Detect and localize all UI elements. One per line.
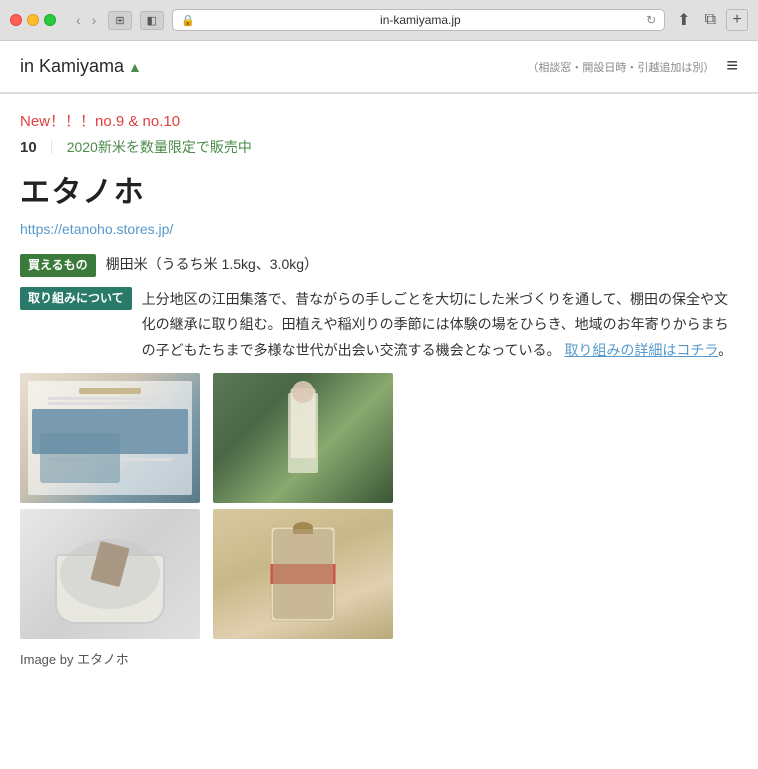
maximize-button[interactable]	[44, 14, 56, 26]
date-number: 10	[20, 139, 37, 156]
hamburger-menu-icon[interactable]: ≡	[726, 55, 738, 78]
tab-view-button[interactable]: ⊞	[108, 11, 131, 30]
new-tab-button[interactable]: +	[726, 9, 748, 31]
product-image-4	[213, 509, 393, 639]
article-title: エタノホ	[20, 167, 738, 211]
content-button[interactable]: ◧	[140, 11, 164, 30]
forward-button[interactable]: ›	[88, 11, 101, 29]
minimize-button[interactable]	[27, 14, 39, 26]
product-image-3	[20, 509, 200, 639]
share-button[interactable]: ⬆	[673, 8, 694, 32]
kaerumo-badge: 買えるもの	[20, 254, 96, 277]
article: New！！！no.9 & no.10 10 ｜ 2020新米を数量限定で販売中 …	[0, 94, 758, 684]
close-button[interactable]	[10, 14, 22, 26]
article-url-link[interactable]: https://etanoho.stores.jp/	[20, 221, 738, 237]
date-separator: ｜	[45, 137, 59, 157]
browser-titlebar: ‹ › ⊞ ◧ 🔒 in-kamiyama.jp ↻ ⬆ ⧉ +	[0, 0, 758, 40]
new-label: New！！！no.9 & no.10	[20, 110, 738, 131]
url-display: in-kamiyama.jp	[201, 13, 640, 27]
back-button[interactable]: ‹	[72, 11, 85, 29]
logo-triangle-icon: ▲	[128, 59, 142, 75]
duplicate-button[interactable]: ⧉	[701, 9, 720, 31]
torikumi-row: 取り組みについて 上分地区の江田集落で、昔ながらの手しごとを大切にした米づくりを…	[20, 287, 738, 363]
image-caption: Image by エタノホ	[20, 649, 738, 668]
browser-actions: ⬆ ⧉ +	[673, 8, 748, 32]
date-description: 2020新米を数量限定で販売中	[67, 137, 252, 157]
torikumi-content: 上分地区の江田集落で、昔ながらの手しごとを大切にした米づくりを通して、棚田の保全…	[142, 287, 738, 363]
logo-text: in Kamiyama	[20, 56, 124, 77]
reload-icon[interactable]: ↻	[646, 13, 656, 27]
product-image-2	[213, 373, 393, 503]
date-line: 10 ｜ 2020新米を数量限定で販売中	[20, 137, 738, 157]
header-nav: （相談窓・開設日時・引越追加は別） ≡	[527, 55, 738, 78]
kaerumo-row: 買えるもの 棚田米（うるち米 1.5kg、3.0kg）	[20, 253, 738, 277]
nav-hint-text: （相談窓・開設日時・引越追加は別）	[527, 59, 714, 75]
page-content: in Kamiyama ▲ （相談窓・開設日時・引越追加は別） ≡ New！！！…	[0, 41, 758, 684]
product-image-1	[20, 373, 200, 503]
address-bar[interactable]: 🔒 in-kamiyama.jp ↻	[172, 9, 665, 31]
torikumi-badge: 取り組みについて	[20, 287, 132, 310]
image-grid	[20, 373, 400, 639]
kaerumo-text: 棚田米（うるち米 1.5kg、3.0kg）	[106, 253, 318, 275]
nav-buttons: ‹ ›	[72, 11, 100, 29]
browser-chrome: ‹ › ⊞ ◧ 🔒 in-kamiyama.jp ↻ ⬆ ⧉ +	[0, 0, 758, 41]
traffic-lights	[10, 14, 56, 26]
site-logo: in Kamiyama ▲	[20, 56, 142, 77]
site-header: in Kamiyama ▲ （相談窓・開設日時・引越追加は別） ≡	[0, 41, 758, 93]
lock-icon: 🔒	[181, 14, 195, 27]
